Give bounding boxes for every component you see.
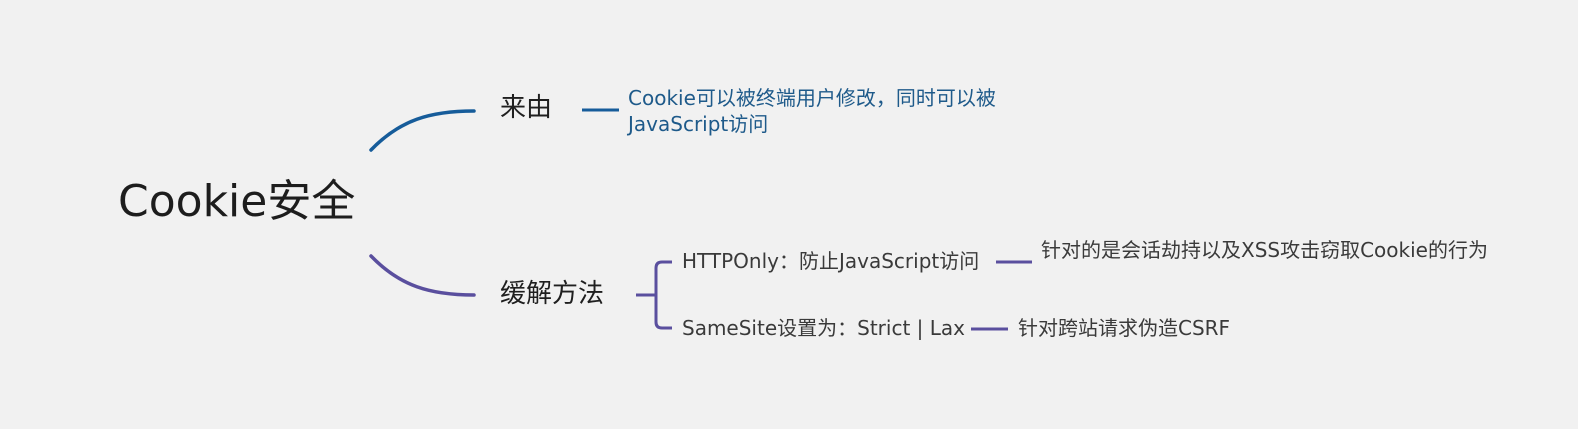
mitigation-httponly[interactable]: HTTPOnly：防止JavaScript访问 <box>682 249 979 273</box>
connector-bracket <box>654 260 672 330</box>
connector-root-origin <box>369 109 476 152</box>
connector-root-mitigation <box>369 254 476 297</box>
root-node[interactable]: Cookie安全 <box>118 176 355 229</box>
mitigation-httponly-detail[interactable]: 针对的是会话劫持以及XSS攻击窃取Cookie的行为 <box>1041 237 1491 263</box>
mitigation-samesite[interactable]: SameSite设置为：Strict | Lax <box>682 316 965 340</box>
mitigation-samesite-detail[interactable]: 针对跨站请求伪造CSRF <box>1018 316 1230 340</box>
branch-origin[interactable]: 来由 <box>500 93 552 124</box>
branch-mitigation[interactable]: 缓解方法 <box>500 279 604 310</box>
branch-origin-detail[interactable]: Cookie可以被终端用户修改，同时可以被JavaScript访问 <box>628 85 1028 137</box>
mindmap-canvas: Cookie安全 来由 Cookie可以被终端用户修改，同时可以被JavaScr… <box>0 0 1578 429</box>
